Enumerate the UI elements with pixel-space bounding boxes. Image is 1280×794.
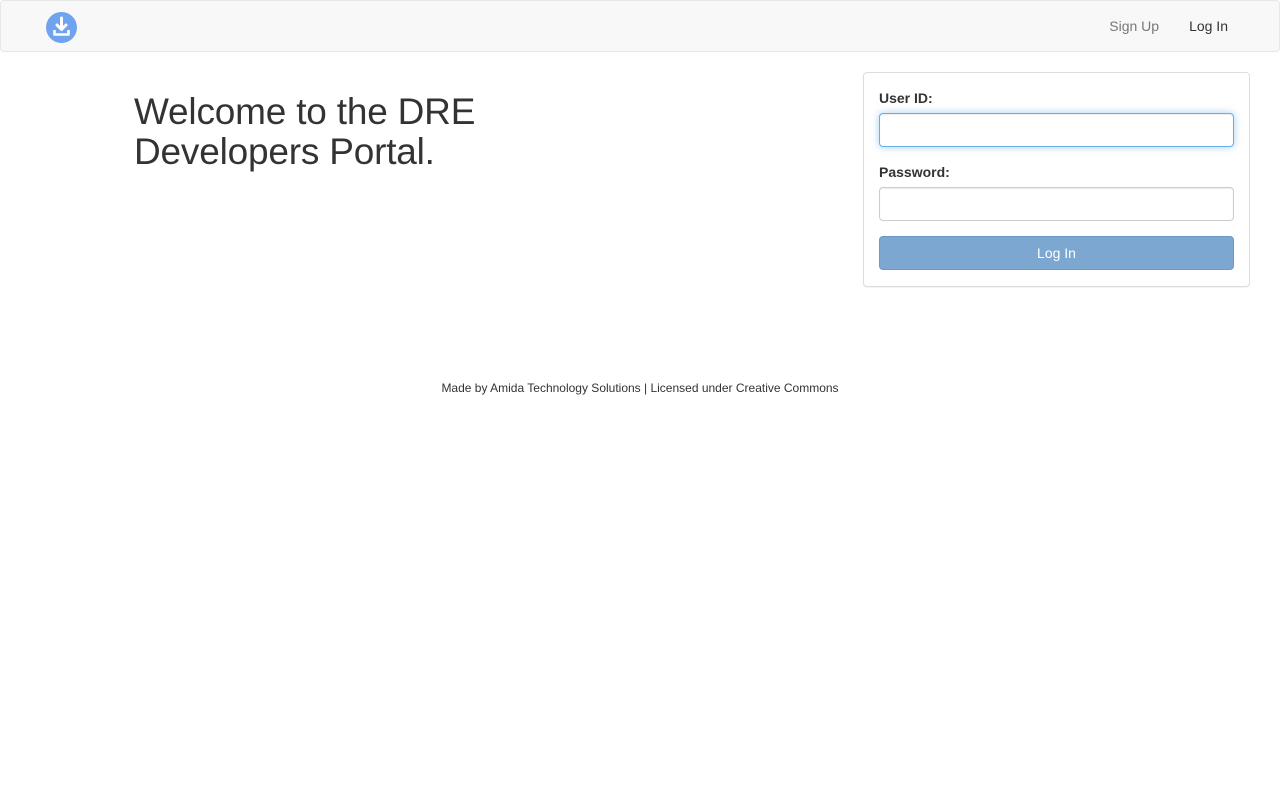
login-link[interactable]: Log In: [1174, 1, 1243, 51]
download-icon[interactable]: [46, 12, 77, 43]
footer-text: Made by Amida Technology Solutions | Lic…: [441, 381, 839, 395]
page-title: Welcome to the DRE Developers Portal.: [134, 91, 476, 172]
signup-link[interactable]: Sign Up: [1094, 1, 1174, 51]
login-button[interactable]: Log In: [879, 236, 1234, 270]
user-id-label: User ID:: [879, 90, 933, 106]
top-navbar: Sign Up Log In: [0, 0, 1280, 52]
user-id-input[interactable]: [879, 113, 1234, 147]
login-panel: User ID: Password: Log In: [863, 72, 1250, 287]
password-label: Password:: [879, 164, 950, 180]
password-input[interactable]: [879, 187, 1234, 221]
nav-links: Sign Up Log In: [1094, 1, 1243, 51]
